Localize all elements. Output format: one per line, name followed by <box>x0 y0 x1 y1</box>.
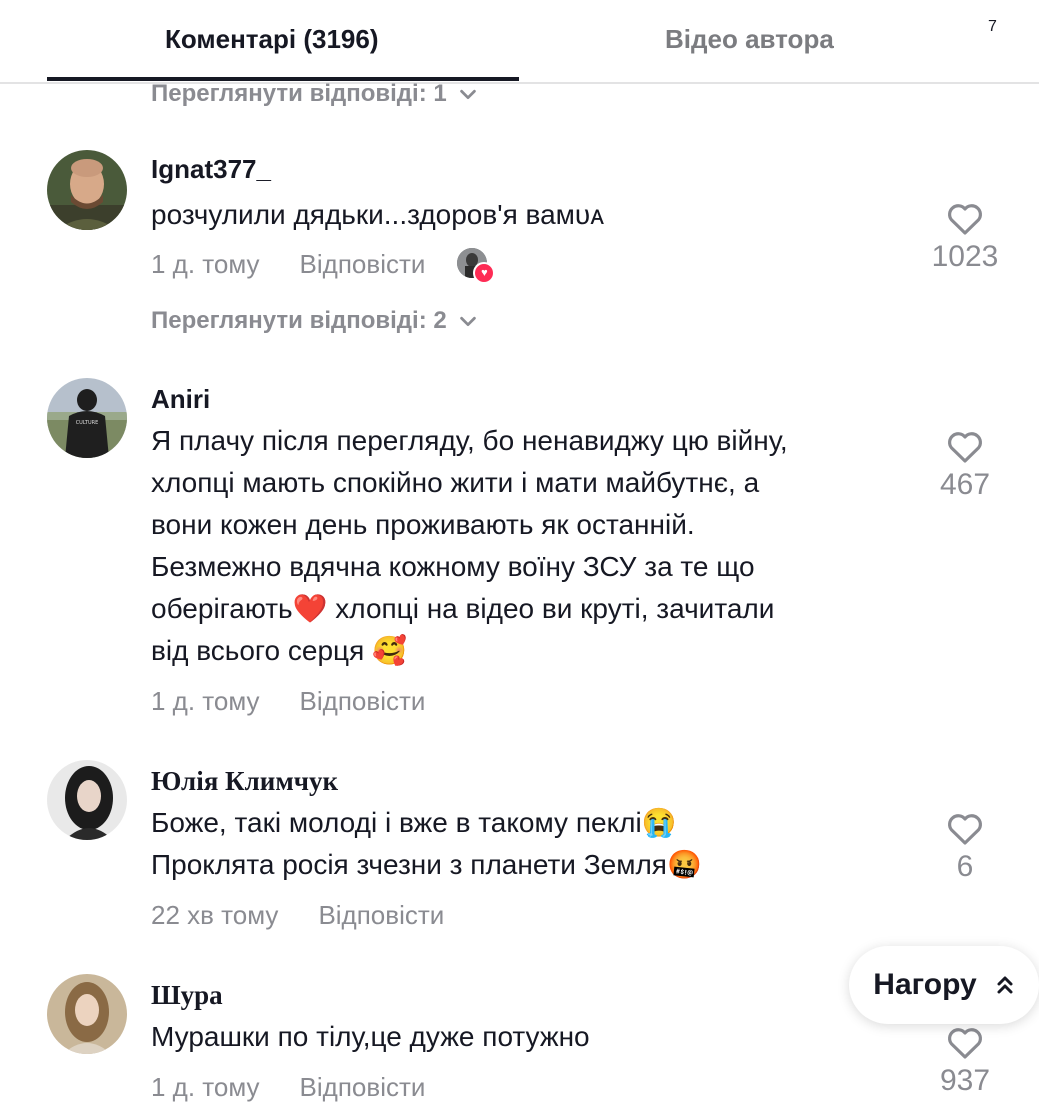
comment-meta: 1 д. тому Відповісти <box>151 1072 425 1103</box>
like-button[interactable]: 6 <box>925 810 1005 884</box>
back-to-top-button[interactable]: Нагору <box>849 946 1039 1024</box>
heart-outline-icon <box>948 432 982 463</box>
comment-meta: 1 д. тому Відповісти <box>151 686 425 717</box>
view-replies-label: Переглянути відповіді: 2 <box>151 307 447 334</box>
comment-time: 22 хв тому <box>151 900 279 930</box>
heart-emoji-icon: ❤️ <box>292 593 328 624</box>
comment-meta: 22 хв тому Відповісти <box>151 900 444 931</box>
tab-bar: Коментарі (3196) Відео автора 7 <box>0 0 1039 84</box>
svg-text:CULTURE: CULTURE <box>76 420 99 426</box>
like-button[interactable]: 937 <box>925 1024 1005 1098</box>
heart-icon: ♥ <box>473 262 496 284</box>
comment-line: Боже, такі молоді і вже в такому пеклі😭 <box>151 802 891 844</box>
smiling-hearts-emoji-icon: 🥰 <box>372 635 407 666</box>
like-count: 1023 <box>931 240 999 273</box>
like-button[interactable]: 467 <box>925 428 1005 502</box>
comment-time: 1 д. тому <box>151 686 260 716</box>
reply-button[interactable]: Відповісти <box>300 249 426 280</box>
comment-text: Боже, такі молоді і вже в такому пеклі😭 … <box>151 802 891 886</box>
reply-button[interactable]: Відповісти <box>300 686 426 717</box>
comment-line: від всього серця 🥰 <box>151 630 891 672</box>
tab-author-videos[interactable]: Відео автора <box>665 24 834 55</box>
tab-comments[interactable]: Коментарі (3196) <box>165 24 378 55</box>
comment-time: 1 д. тому <box>151 248 260 279</box>
comment-username[interactable]: Шура <box>151 980 223 1011</box>
view-replies-button[interactable]: Переглянути відповіді: 2 <box>151 307 479 335</box>
comment-line: вони кожен день проживають як останній. <box>151 509 695 540</box>
comment-line: оберігають❤️ хлопці на відео ви круті, з… <box>151 588 891 630</box>
comment-time: 1 д. тому <box>151 1072 260 1102</box>
avatar[interactable] <box>47 974 127 1054</box>
creator-liked-badge: ♥ <box>457 248 496 284</box>
avatar[interactable]: CULTURE <box>47 378 127 458</box>
double-chevron-up-icon <box>997 976 1013 994</box>
comment-text-part: Проклята росія зчезни з планети Земля <box>151 849 667 880</box>
comment-text-part: оберігають <box>151 593 293 624</box>
comment-line: Я плачу після перегляду, бо ненавиджу цю… <box>151 425 788 456</box>
chevron-down-icon <box>459 316 476 327</box>
reply-button[interactable]: Відповісти <box>300 1072 426 1103</box>
comment-text-part: Боже, такі молоді і вже в такому пеклі <box>151 807 642 838</box>
comment-meta: 1 д. тому Відповісти ♥ <box>151 248 496 284</box>
cursing-emoji-icon: 🤬 <box>666 849 702 880</box>
heart-outline-icon <box>948 204 982 235</box>
comment-text-part: від всього серця <box>151 635 373 666</box>
back-to-top-label: Нагору <box>873 968 977 1001</box>
comment-username[interactable]: Юлія Климчук <box>151 766 338 797</box>
corner-mark: 7 <box>988 18 997 35</box>
comment-line: Безмежно вдячна кожному воїну ЗСУ за те … <box>151 551 755 582</box>
comment-text: розчулили дядьки...здоров'я вамᴜᴀ <box>151 199 605 230</box>
like-count: 937 <box>939 1064 991 1097</box>
heart-outline-icon <box>948 1028 982 1059</box>
comment-text: Мурашки по тілу,це дуже потужно <box>151 1021 590 1052</box>
like-count: 467 <box>939 468 991 501</box>
avatar[interactable] <box>47 760 127 840</box>
avatar[interactable] <box>47 150 127 230</box>
heart-outline-icon <box>948 814 982 845</box>
crying-emoji-icon: 😭 <box>641 807 677 838</box>
view-replies-label: Переглянути відповіді: 1 <box>151 80 447 107</box>
reply-button[interactable]: Відповісти <box>318 900 444 931</box>
view-replies-button[interactable]: Переглянути відповіді: 1 <box>151 80 479 108</box>
comment-username[interactable]: Ignat377_ <box>151 154 271 185</box>
like-count: 6 <box>956 850 974 883</box>
comment-text: Я плачу після перегляду, бо ненавиджу цю… <box>151 420 891 672</box>
comment-line: Проклята росія зчезни з планети Земля🤬 <box>151 844 891 886</box>
comment-text-part: хлопці на відео ви круті, зачитали <box>327 593 775 624</box>
like-button[interactable]: 1023 <box>925 200 1005 274</box>
comment-username[interactable]: Aniri <box>151 384 210 415</box>
chevron-down-icon <box>459 89 476 100</box>
comment-line: хлопці мають спокійно жити і мати майбут… <box>151 467 760 498</box>
